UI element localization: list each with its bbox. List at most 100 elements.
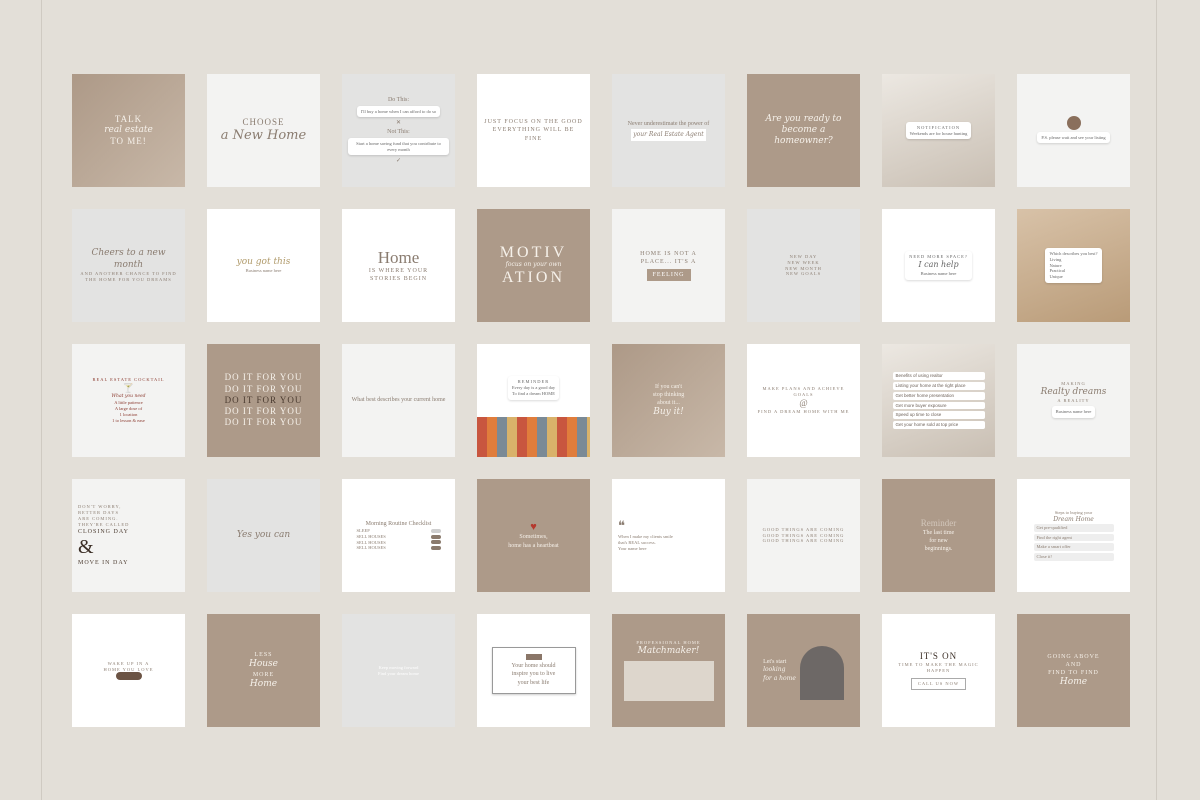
tile-you-got-this[interactable]: you got this Business name here <box>207 209 320 322</box>
tile-line: FIND TO FIND <box>1048 669 1099 676</box>
tile-line: DO IT FOR YOU <box>224 406 303 417</box>
tile-line: Home <box>377 247 420 267</box>
tile-line: MORE <box>252 671 275 678</box>
toggle-switch[interactable] <box>430 540 441 545</box>
tile-line: House <box>248 659 278 670</box>
tile-cheers-new-month[interactable]: Cheers to a new month AND ANOTHER CHANCE… <box>72 209 185 322</box>
tile-just-focus[interactable]: JUST FOCUS ON THE GOOD EVERYTHING WILL B… <box>477 74 590 187</box>
tile-heartbeat[interactable]: ♥ Sometimes, home has a heartbeat <box>477 479 590 592</box>
tile-line: The last time <box>922 529 955 536</box>
tile-line: STORIES BEGIN <box>369 276 428 283</box>
tile-line: IT'S ON <box>919 651 958 662</box>
tile-new-beginnings[interactable]: Reminder The last time for new beginning… <box>882 479 995 592</box>
tile-line: Which describes you best? <box>1049 250 1098 256</box>
tile-making-realty-dreams[interactable]: MAKING Realty dreams A REALITY Business … <box>1017 344 1130 457</box>
tile-line: Morning Routine Checklist <box>365 520 432 527</box>
tile-do-it-for-you[interactable]: DO IT FOR YOU DO IT FOR YOU DO IT FOR YO… <box>207 344 320 457</box>
tile-line: looking <box>763 666 786 674</box>
tile-need-more-space[interactable]: NEED MORE SPACE? I can help Business nam… <box>882 209 995 322</box>
tile-wake-up-home[interactable]: WAKE UP IN A HOME YOU LOVE <box>72 614 185 727</box>
tile-line: your best life <box>517 679 550 686</box>
tile-line: CLOSING DAY <box>78 528 129 535</box>
tile-yes-you-can[interactable]: Yes you can <box>207 479 320 592</box>
tile-line: home has a heartbeat <box>508 542 559 549</box>
tile-benefits-realtor[interactable]: Benefits of using realtor Listing your h… <box>882 344 995 457</box>
tile-line: Business name here <box>920 270 957 276</box>
call-us-button[interactable]: CALL US NOW <box>910 678 967 690</box>
tile-profile-card[interactable]: P.S. please wait and see your listing <box>1017 74 1130 187</box>
tile-line: inspire you to live <box>511 671 556 678</box>
left-divider-line <box>41 0 42 800</box>
list-item: Get better home presentation <box>892 391 985 400</box>
tile-home-matchmaker[interactable]: PROFESSIONAL HOME Matchmaker! <box>612 614 725 727</box>
tile-home-stories[interactable]: Home IS WHERE YOUR STORIES BEGIN <box>342 209 455 322</box>
tile-less-house-more-home[interactable]: LESS House MORE Home <box>207 614 320 727</box>
spiral-icon: @ <box>799 397 808 408</box>
toggle-switch[interactable] <box>430 528 441 533</box>
tile-dont-worry[interactable]: DON'T WORRY, BETTER DAYS ARE COMING. THE… <box>72 479 185 592</box>
tile-new-goals[interactable]: NEW DAY NEW WEEK NEW MONTH NEW GOALS <box>747 209 860 322</box>
tile-line: NOTIFICATION <box>916 124 961 130</box>
search-input: Benefits of using realtor <box>892 371 985 380</box>
tile-line: Home <box>1059 677 1088 688</box>
list-item: Make a smart offer <box>1033 543 1114 552</box>
tile-inspire-best-life[interactable]: Your home should inspire you to live you… <box>477 614 590 727</box>
tile-line: beginnings. <box>924 546 953 553</box>
tile-its-on[interactable]: IT'S ON TIME TO MAKE THE MAGIC HAPPEN CA… <box>882 614 995 727</box>
tile-choose-new-home[interactable]: CHOOSE a New Home <box>207 74 320 187</box>
list-item: Speed up time to close <box>892 411 985 420</box>
tile-circle-text[interactable]: Keep moving forward Find your dream home <box>342 614 455 727</box>
tile-steps-dream-home[interactable]: Steps to buying your Dream Home Get pre-… <box>1017 479 1130 592</box>
tile-line: IS WHERE YOUR <box>368 268 429 275</box>
house-photo-arch <box>799 645 844 700</box>
tile-line: Do This: <box>387 96 410 103</box>
tile-make-plans[interactable]: MAKE PLANS AND ACHIEVE GOALS @ FIND A DR… <box>747 344 860 457</box>
tile-line: Sometimes, <box>519 534 548 541</box>
tile-line: real estate <box>104 124 153 135</box>
tile-line: EVERYTHING WILL BE FINE <box>492 127 575 142</box>
tile-line: TIME TO MAKE THE MAGIC HAPPEN <box>898 662 979 674</box>
tile-line: TO ME! <box>110 136 147 147</box>
tile-lets-start-looking[interactable]: Let's start looking for a home <box>747 614 860 727</box>
tile-line: Every day is a good day <box>511 384 556 390</box>
tile-which-describes[interactable]: Which describes you best? Living Nature … <box>1017 209 1130 322</box>
tile-line: stop thinking <box>652 391 685 398</box>
tile-line: ATION <box>502 268 565 286</box>
tile-card: Start a home saving fund that you contri… <box>348 137 449 156</box>
tile-line: GOOD THINGS ARE COMING <box>762 538 845 544</box>
tile-line: A REALITY <box>1057 398 1090 404</box>
tile-morning-routine[interactable]: Morning Routine Checklist SLEEP SELL HOU… <box>342 479 455 592</box>
tile-talk-real-estate[interactable]: TALK real estate TO ME! <box>72 74 185 187</box>
tile-line: a New Home <box>220 127 307 143</box>
tile-do-this-not-this[interactable]: Do This: I'll buy a home when I can affo… <box>342 74 455 187</box>
tile-client-quote[interactable]: ❝ When I make my clients smile that's RE… <box>612 479 725 592</box>
tile-reminder-buildings[interactable]: REMINDER Every day is a good day To find… <box>477 344 590 457</box>
tile-notification[interactable]: NOTIFICATION Weekends are for house hunt… <box>882 74 995 187</box>
checklist-item: SELL HOUSES <box>356 545 386 551</box>
tile-motivation[interactable]: MOTIV focus on your own ATION <box>477 209 590 322</box>
toggle-switch[interactable] <box>430 546 441 551</box>
tile-line: To find a dream HOME <box>512 390 555 396</box>
tile-good-things[interactable]: GOOD THINGS ARE COMING GOOD THINGS ARE C… <box>747 479 860 592</box>
tile-line: Reminder <box>920 517 957 528</box>
tile-line: DO IT FOR YOU <box>224 417 303 428</box>
toggle-switch[interactable] <box>430 534 441 539</box>
tile-going-above[interactable]: GOING ABOVE AND FIND TO FIND Home <box>1017 614 1130 727</box>
tile-line: Dream Home <box>1053 515 1094 523</box>
tile-real-estate-cocktail[interactable]: REAL ESTATE COCKTAIL 🍸 What you need A l… <box>72 344 185 457</box>
tile-line: DO IT FOR YOU <box>224 372 303 383</box>
tile-line: HOME IS NOT A <box>640 250 697 257</box>
close-icon: ✕ <box>395 120 402 127</box>
tile-ready-homeowner[interactable]: Are you ready to become a homeowner? <box>747 74 860 187</box>
tile-what-best-describes[interactable]: What best describes your current home <box>342 344 455 457</box>
tile-never-underestimate[interactable]: Never underestimate the power of your Re… <box>612 74 725 187</box>
tile-line: Never underestimate the power of <box>627 121 710 128</box>
tile-line: Find your dream home <box>377 670 420 676</box>
tile-line: Yes you can <box>236 529 291 540</box>
tile-line: THE HOME FOR YOU DREAMS <box>85 276 172 282</box>
tile-home-feeling[interactable]: HOME IS NOT A PLACE... IT'S A FEELING <box>612 209 725 322</box>
tile-line: MOVE IN DAY <box>78 559 129 566</box>
tile-line: Buy it! <box>653 407 684 418</box>
tile-buy-it[interactable]: If you can't stop thinking about it... B… <box>612 344 725 457</box>
tile-line: Home <box>249 678 278 689</box>
